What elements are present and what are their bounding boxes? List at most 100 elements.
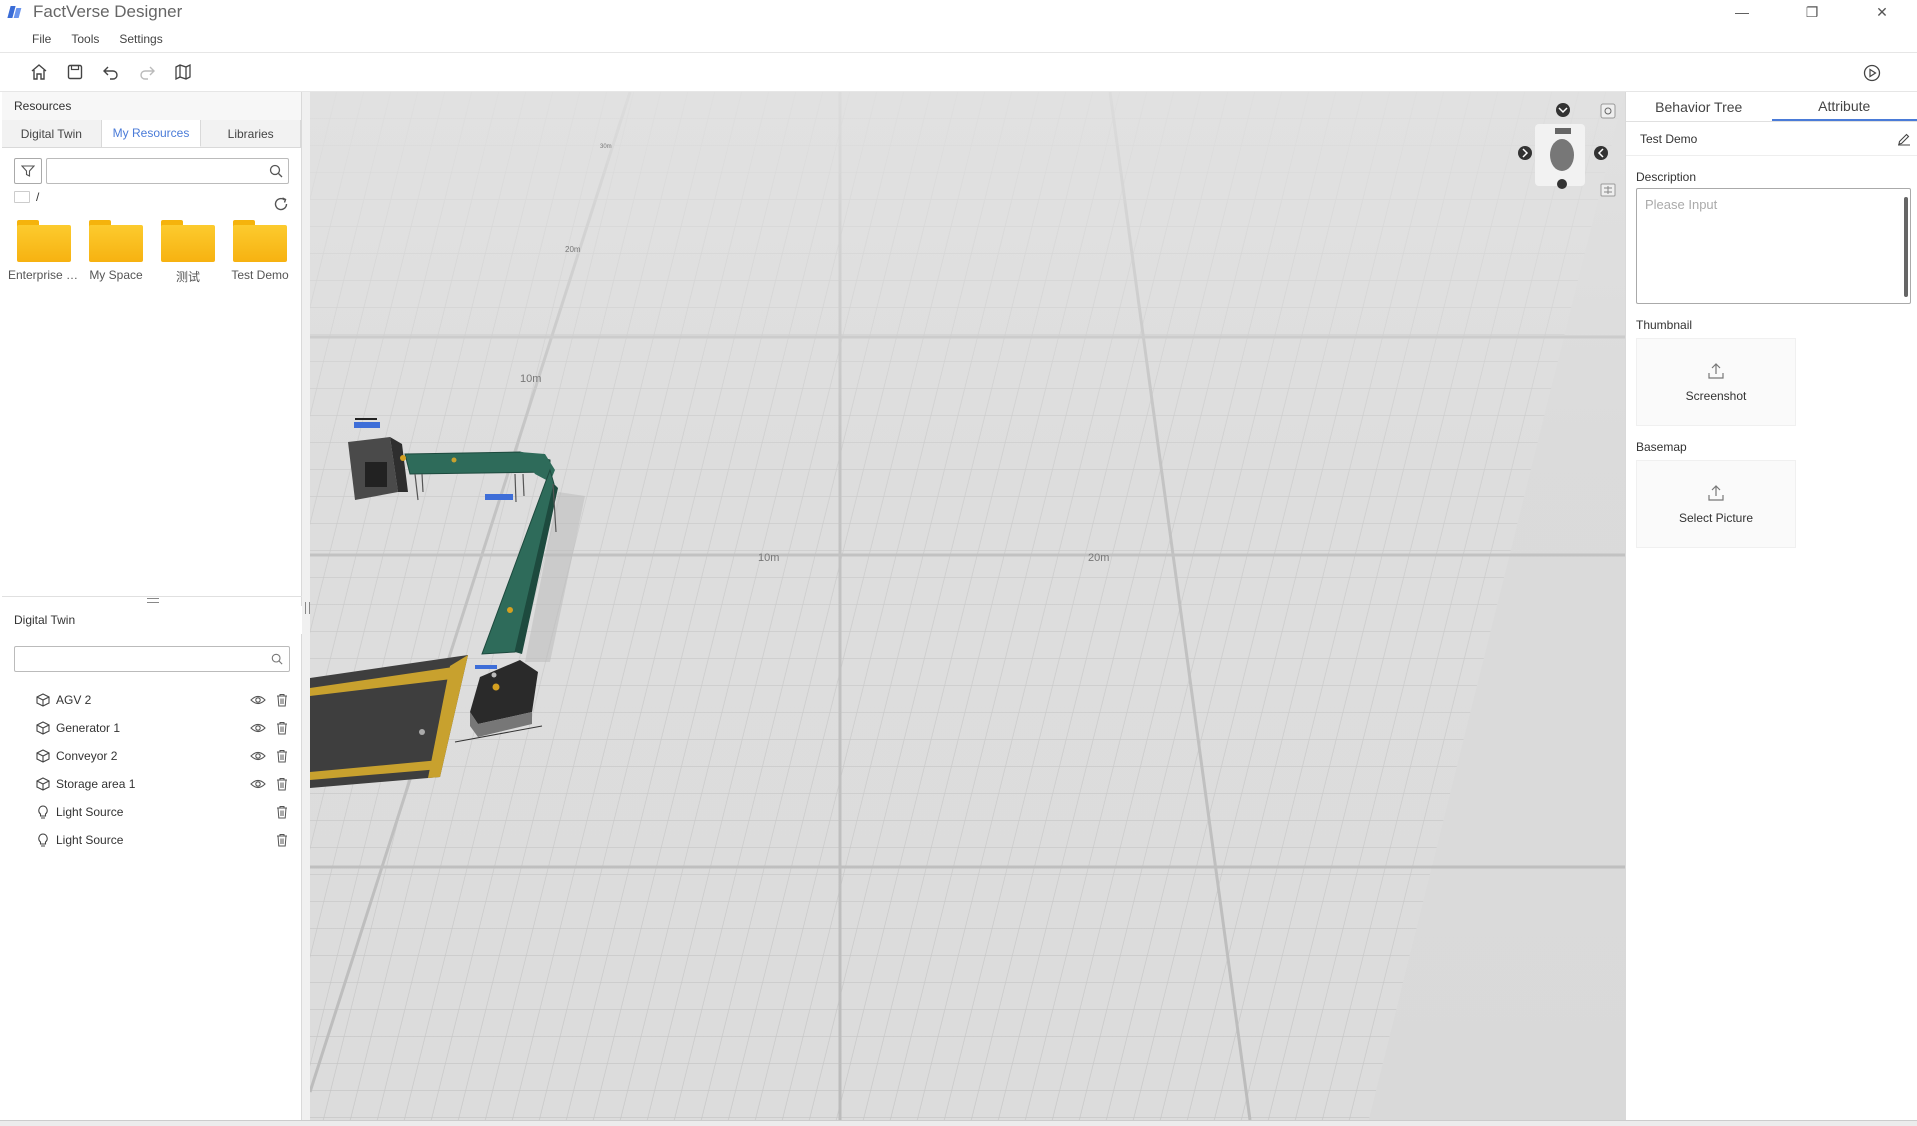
gizmo-left-icon[interactable] bbox=[1518, 146, 1532, 160]
folder-icon bbox=[159, 218, 217, 264]
trash-icon[interactable] bbox=[276, 749, 288, 763]
title-bar: FactVerse Designer — ❐ ✕ bbox=[0, 0, 1917, 24]
app-logo-icon bbox=[9, 4, 23, 20]
visibility-icon[interactable] bbox=[250, 749, 266, 763]
breadcrumb: / bbox=[2, 184, 301, 210]
filter-button[interactable] bbox=[14, 158, 42, 184]
tab-libraries[interactable]: Libraries bbox=[201, 120, 302, 147]
folder-icon bbox=[87, 218, 145, 264]
resources-search-row bbox=[2, 148, 301, 184]
tree-item-label: AGV 2 bbox=[56, 693, 92, 707]
close-button[interactable]: ✕ bbox=[1847, 0, 1917, 24]
digital-twin-search-input[interactable] bbox=[15, 647, 289, 671]
home-button[interactable] bbox=[28, 61, 50, 83]
resources-search bbox=[46, 158, 289, 184]
trash-icon[interactable] bbox=[276, 833, 288, 847]
trash-icon[interactable] bbox=[276, 805, 288, 819]
resources-search-input[interactable] bbox=[47, 159, 288, 183]
restore-button[interactable]: ❐ bbox=[1777, 0, 1847, 24]
description-scrollbar[interactable] bbox=[1904, 197, 1908, 297]
folder-enterprise-space[interactable]: Enterprise s... bbox=[8, 218, 80, 285]
vertical-splitter[interactable] bbox=[302, 92, 310, 1120]
redo-icon bbox=[140, 66, 155, 80]
grid-label: 20m bbox=[565, 245, 581, 254]
tab-digital-twin[interactable]: Digital Twin bbox=[2, 120, 102, 147]
description-input[interactable] bbox=[1637, 189, 1910, 303]
model-cube-icon bbox=[36, 749, 50, 763]
edit-icon[interactable] bbox=[1897, 132, 1911, 146]
tab-behavior-tree[interactable]: Behavior Tree bbox=[1626, 92, 1772, 121]
tree-item[interactable]: Light Source bbox=[2, 798, 302, 826]
digital-twin-search bbox=[14, 646, 290, 672]
head-gizmo-icon[interactable] bbox=[1550, 139, 1574, 171]
tree-item[interactable]: Storage area 1 bbox=[2, 770, 302, 798]
search-icon[interactable] bbox=[269, 164, 283, 178]
refresh-icon[interactable] bbox=[273, 196, 289, 212]
menu-settings[interactable]: Settings bbox=[119, 32, 162, 46]
digital-twin-section: Digital Twin AGV 2 Generator 1 Conveyor 2 S… bbox=[2, 606, 302, 854]
grid-label: 20m bbox=[1088, 552, 1109, 564]
model-cube-icon bbox=[36, 777, 50, 791]
gizmo-right-icon[interactable] bbox=[1594, 146, 1608, 160]
scene-viewport[interactable]: 10m 20m 10m 20m 30m bbox=[310, 92, 1625, 1120]
camera-settings-icon[interactable] bbox=[1600, 103, 1616, 119]
map-icon bbox=[175, 63, 191, 81]
screenshot-label: Screenshot bbox=[1685, 389, 1747, 403]
tree-item-label: Light Source bbox=[56, 833, 124, 847]
play-button[interactable] bbox=[1861, 62, 1883, 84]
scene-name-row: Test Demo bbox=[1626, 122, 1917, 156]
home-icon bbox=[31, 64, 47, 80]
tree-item-label: Light Source bbox=[56, 805, 124, 819]
breadcrumb-path[interactable]: / bbox=[36, 190, 39, 204]
model-cube-icon bbox=[36, 693, 50, 707]
select-picture-button[interactable]: Select Picture bbox=[1636, 460, 1796, 548]
map-button[interactable] bbox=[172, 61, 194, 83]
menu-bar: File Tools Settings bbox=[0, 28, 183, 50]
status-bar bbox=[0, 1120, 1917, 1126]
menu-tools[interactable]: Tools bbox=[71, 32, 99, 46]
trash-icon[interactable] bbox=[276, 693, 288, 707]
tab-attribute[interactable]: Attribute bbox=[1771, 92, 1917, 121]
undo-button[interactable] bbox=[100, 61, 122, 83]
digital-twin-header: Digital Twin bbox=[2, 606, 302, 634]
save-button[interactable] bbox=[64, 61, 86, 83]
properties-tabs: Behavior Tree Attribute bbox=[1626, 92, 1917, 122]
tree-item[interactable]: Light Source bbox=[2, 826, 302, 854]
gizmo-down-icon[interactable] bbox=[1556, 103, 1570, 117]
trash-icon[interactable] bbox=[276, 777, 288, 791]
panel-splitter[interactable] bbox=[2, 596, 302, 606]
folder-grid: Enterprise s... My Space 测试 Test Demo bbox=[2, 210, 301, 285]
description-field bbox=[1636, 188, 1911, 304]
tree-item-label: Generator 1 bbox=[56, 721, 121, 735]
upload-icon bbox=[1708, 485, 1724, 501]
scene-canvas[interactable]: 10m 20m 10m 20m 30m bbox=[310, 92, 1625, 1120]
tab-my-resources[interactable]: My Resources bbox=[101, 120, 202, 147]
app-title: FactVerse Designer bbox=[33, 2, 183, 21]
screenshot-button[interactable]: Screenshot bbox=[1636, 338, 1796, 426]
tree-item[interactable]: AGV 2 bbox=[2, 686, 302, 714]
properties-panel: Behavior Tree Attribute Test Demo Descri… bbox=[1625, 92, 1917, 1120]
visibility-icon[interactable] bbox=[250, 721, 266, 735]
model-cube-icon bbox=[36, 721, 50, 735]
trash-icon[interactable] bbox=[276, 721, 288, 735]
search-icon[interactable] bbox=[271, 653, 283, 665]
folder-test-cn[interactable]: 测试 bbox=[152, 218, 224, 285]
save-icon bbox=[67, 64, 83, 80]
menu-file[interactable]: File bbox=[32, 32, 51, 46]
folder-path-icon bbox=[14, 191, 30, 203]
visibility-icon[interactable] bbox=[250, 777, 266, 791]
digital-twin-tree: AGV 2 Generator 1 Conveyor 2 Storage area 1… bbox=[2, 686, 302, 854]
folder-my-space[interactable]: My Space bbox=[80, 218, 152, 285]
tree-item[interactable]: Conveyor 2 bbox=[2, 742, 302, 770]
window-controls: — ❐ ✕ bbox=[1707, 0, 1917, 24]
grid-label: 10m bbox=[520, 373, 541, 385]
minimize-button[interactable]: — bbox=[1707, 0, 1777, 24]
resources-tabs: Digital Twin My Resources Libraries bbox=[2, 120, 302, 148]
visibility-icon[interactable] bbox=[250, 693, 266, 707]
resources-header: Resources bbox=[2, 92, 301, 120]
folder-test-demo[interactable]: Test Demo bbox=[224, 218, 296, 285]
tree-item-label: Storage area 1 bbox=[56, 777, 136, 791]
redo-button[interactable] bbox=[136, 61, 158, 83]
tree-item[interactable]: Generator 1 bbox=[2, 714, 302, 742]
tree-item-label: Conveyor 2 bbox=[56, 749, 118, 763]
